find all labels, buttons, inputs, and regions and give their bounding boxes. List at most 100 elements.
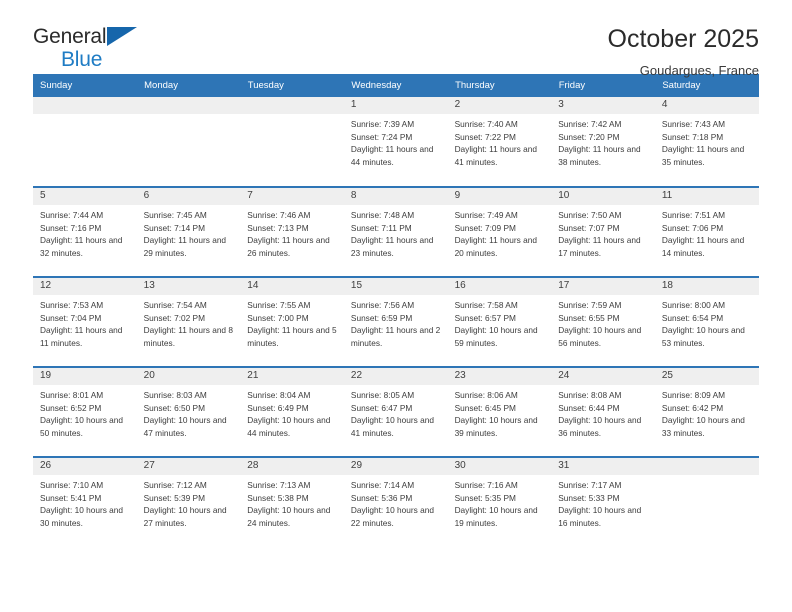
- day-number: [654, 458, 759, 475]
- calendar-day-cell[interactable]: 19 Sunrise: 8:01 AM Sunset: 6:52 PM Dayligh…: [33, 366, 137, 457]
- calendar-day-cell[interactable]: 22 Sunrise: 8:05 AM Sunset: 6:47 PM Dayligh…: [343, 366, 448, 457]
- calendar-day-cell[interactable]: 25 Sunrise: 8:09 AM Sunset: 6:42 PM Dayligh…: [654, 366, 759, 457]
- sunset-text: Sunset: 6:45 PM: [454, 402, 516, 413]
- calendar-day-cell[interactable]: 26 Sunrise: 7:10 AM Sunset: 5:41 PM Dayligh…: [33, 456, 137, 547]
- sunrise-text: Sunrise: 7:54 AM: [143, 300, 207, 310]
- daylight-text: Daylight: 10 hours and 47 minutes.: [143, 415, 227, 438]
- sunrise-text: Sunrise: 7:45 AM: [143, 210, 207, 220]
- daylight-text: Daylight: 11 hours and 5 minutes.: [247, 325, 337, 348]
- calendar-grid: Sunday Monday Tuesday Wednesday Thursday Frid…: [33, 74, 759, 547]
- title-block: October 2025 Goudargues, France: [608, 25, 760, 78]
- day-sun-info: Sunrise: 7:42 AM Sunset: 7:20 PM Daylight:…: [551, 114, 655, 168]
- daylight-text: Daylight: 11 hours and 32 minutes.: [40, 235, 123, 258]
- day-sun-info: Sunrise: 7:10 AM Sunset: 5:41 PM Daylight:…: [33, 475, 137, 529]
- sunset-text: Sunset: 5:38 PM: [247, 492, 309, 503]
- sunset-text: Sunset: 7:00 PM: [247, 312, 309, 323]
- sunrise-text: Sunrise: 7:46 AM: [247, 210, 311, 220]
- calendar-day-cell[interactable]: 17 Sunrise: 7:59 AM Sunset: 6:55 PM Dayligh…: [551, 276, 655, 367]
- daylight-text: Daylight: 10 hours and 30 minutes.: [40, 505, 124, 528]
- day-sun-info: Sunrise: 7:43 AM Sunset: 7:18 PM Daylight:…: [655, 114, 759, 168]
- calendar-day-cell[interactable]: 10 Sunrise: 7:50 AM Sunset: 7:07 PM Dayligh…: [551, 186, 655, 277]
- sunrise-text: Sunrise: 8:05 AM: [350, 390, 415, 400]
- sunrise-text: Sunrise: 8:09 AM: [661, 390, 726, 400]
- day-sun-info: Sunrise: 8:04 AM Sunset: 6:49 PM Daylight:…: [240, 385, 344, 439]
- day-number: 12: [33, 278, 137, 295]
- sunset-text: Sunset: 6:47 PM: [350, 402, 413, 413]
- daylight-text: Daylight: 10 hours and 41 minutes.: [350, 415, 434, 438]
- calendar-day-cell[interactable]: 13 Sunrise: 7:54 AM Sunset: 7:02 PM Dayligh…: [136, 276, 241, 367]
- sunrise-text: Sunrise: 7:55 AM: [247, 300, 311, 310]
- day-sun-info: Sunrise: 7:46 AM Sunset: 7:13 PM Daylight:…: [240, 205, 344, 259]
- day-number: 20: [136, 368, 241, 385]
- location-subtitle: Goudargues, France: [639, 62, 759, 78]
- day-number: 4: [654, 97, 759, 114]
- day-sun-info: Sunrise: 7:14 AM Sunset: 5:36 PM Daylight:…: [344, 475, 448, 529]
- sunset-text: Sunset: 7:06 PM: [661, 222, 724, 233]
- day-sun-info: Sunrise: 7:50 AM Sunset: 7:07 PM Daylight:…: [551, 205, 655, 259]
- day-sun-info: Sunrise: 8:08 AM Sunset: 6:44 PM Daylight:…: [551, 385, 655, 439]
- calendar-day-cell[interactable]: 29 Sunrise: 7:14 AM Sunset: 5:36 PM Dayligh…: [343, 456, 448, 547]
- calendar-day-cell[interactable]: 15 Sunrise: 7:56 AM Sunset: 6:59 PM Dayligh…: [343, 276, 448, 367]
- sunset-text: Sunset: 7:16 PM: [40, 222, 102, 233]
- calendar-day-cell[interactable]: 28 Sunrise: 7:13 AM Sunset: 5:38 PM Dayligh…: [240, 456, 344, 547]
- daylight-text: Daylight: 11 hours and 38 minutes.: [558, 144, 641, 167]
- day-number: 31: [551, 458, 655, 475]
- day-number: 17: [551, 278, 655, 295]
- sunrise-text: Sunrise: 8:01 AM: [40, 390, 104, 400]
- day-number: 19: [33, 368, 137, 385]
- calendar-day-cell[interactable]: 9 Sunrise: 7:49 AM Sunset: 7:09 PM Daylight…: [447, 186, 552, 277]
- sunrise-text: Sunrise: 8:04 AM: [247, 390, 311, 400]
- brand-logo[interactable]: General Blue: [33, 26, 163, 74]
- daylight-text: Daylight: 10 hours and 19 minutes.: [454, 505, 538, 528]
- sunset-text: Sunset: 6:54 PM: [661, 312, 724, 323]
- calendar-day-cell[interactable]: 6 Sunrise: 7:45 AM Sunset: 7:14 PM Daylight…: [136, 186, 241, 277]
- day-number: 16: [447, 278, 552, 295]
- day-number: 14: [240, 278, 344, 295]
- calendar-day-cell[interactable]: 30 Sunrise: 7:16 AM Sunset: 5:35 PM Dayligh…: [447, 456, 552, 547]
- calendar-day-cell[interactable]: 7 Sunrise: 7:46 AM Sunset: 7:13 PM Daylight…: [240, 186, 344, 277]
- day-number: 11: [654, 188, 759, 205]
- calendar-day-cell[interactable]: 21 Sunrise: 8:04 AM Sunset: 6:49 PM Dayligh…: [240, 366, 344, 457]
- daylight-text: Daylight: 10 hours and 53 minutes.: [661, 325, 745, 348]
- day-number: 26: [33, 458, 137, 475]
- day-number: 27: [136, 458, 241, 475]
- calendar-week-row: 5 Sunrise: 7:44 AM Sunset: 7:16 PM Daylight…: [33, 186, 759, 277]
- calendar-day-cell[interactable]: 1 Sunrise: 7:39 AM Sunset: 7:24 PM Daylight…: [343, 97, 448, 187]
- calendar-day-cell[interactable]: 14 Sunrise: 7:55 AM Sunset: 7:00 PM Dayligh…: [240, 276, 344, 367]
- calendar-day-cell[interactable]: 8 Sunrise: 7:48 AM Sunset: 7:11 PM Daylight…: [343, 186, 448, 277]
- calendar-day-cell[interactable]: 23 Sunrise: 8:06 AM Sunset: 6:45 PM Dayligh…: [447, 366, 552, 457]
- sunrise-text: Sunrise: 7:49 AM: [454, 210, 518, 220]
- calendar-day-cell[interactable]: 12 Sunrise: 7:53 AM Sunset: 7:04 PM Dayligh…: [33, 276, 137, 367]
- sunset-text: Sunset: 5:35 PM: [454, 492, 516, 503]
- calendar-day-cell[interactable]: 2 Sunrise: 7:40 AM Sunset: 7:22 PM Daylight…: [447, 97, 552, 187]
- calendar-day-cell[interactable]: 16 Sunrise: 7:58 AM Sunset: 6:57 PM Dayligh…: [447, 276, 552, 367]
- day-number: 23: [447, 368, 552, 385]
- calendar-day-cell[interactable]: 5 Sunrise: 7:44 AM Sunset: 7:16 PM Daylight…: [33, 186, 137, 277]
- calendar-day-cell[interactable]: 27 Sunrise: 7:12 AM Sunset: 5:39 PM Dayligh…: [136, 456, 241, 547]
- weekday-header-thursday: Thursday: [447, 74, 552, 97]
- sunrise-text: Sunrise: 7:56 AM: [350, 300, 415, 310]
- calendar-day-cell[interactable]: 3 Sunrise: 7:42 AM Sunset: 7:20 PM Daylight…: [551, 97, 655, 187]
- day-number: 5: [33, 188, 137, 205]
- sunrise-text: Sunrise: 7:14 AM: [350, 480, 415, 490]
- calendar-day-cell-empty: [240, 97, 344, 187]
- calendar-day-cell[interactable]: 4 Sunrise: 7:43 AM Sunset: 7:18 PM Daylight…: [654, 97, 759, 187]
- sunrise-text: Sunrise: 8:03 AM: [143, 390, 207, 400]
- calendar-day-cell[interactable]: 24 Sunrise: 8:08 AM Sunset: 6:44 PM Dayligh…: [551, 366, 655, 457]
- day-sun-info: Sunrise: 7:12 AM Sunset: 5:39 PM Daylight:…: [137, 475, 241, 529]
- calendar-day-cell[interactable]: 20 Sunrise: 8:03 AM Sunset: 6:50 PM Dayligh…: [136, 366, 241, 457]
- sunset-text: Sunset: 5:36 PM: [350, 492, 413, 503]
- day-number: 6: [136, 188, 241, 205]
- calendar-day-cell[interactable]: 11 Sunrise: 7:51 AM Sunset: 7:06 PM Dayligh…: [654, 186, 759, 277]
- daylight-text: Daylight: 10 hours and 24 minutes.: [247, 505, 331, 528]
- day-sun-info: Sunrise: 8:01 AM Sunset: 6:52 PM Daylight:…: [33, 385, 137, 439]
- sunset-text: Sunset: 7:11 PM: [350, 222, 412, 233]
- calendar-day-cell[interactable]: 18 Sunrise: 8:00 AM Sunset: 6:54 PM Dayligh…: [654, 276, 759, 367]
- sunset-text: Sunset: 7:18 PM: [661, 131, 724, 142]
- calendar-day-cell-empty: [136, 97, 241, 187]
- sunset-text: Sunset: 7:02 PM: [143, 312, 205, 323]
- sunset-text: Sunset: 5:33 PM: [558, 492, 620, 503]
- sunset-text: Sunset: 7:04 PM: [40, 312, 102, 323]
- weekday-header-wednesday: Wednesday: [343, 74, 449, 97]
- calendar-day-cell[interactable]: 31 Sunrise: 7:17 AM Sunset: 5:33 PM Dayligh…: [551, 456, 655, 547]
